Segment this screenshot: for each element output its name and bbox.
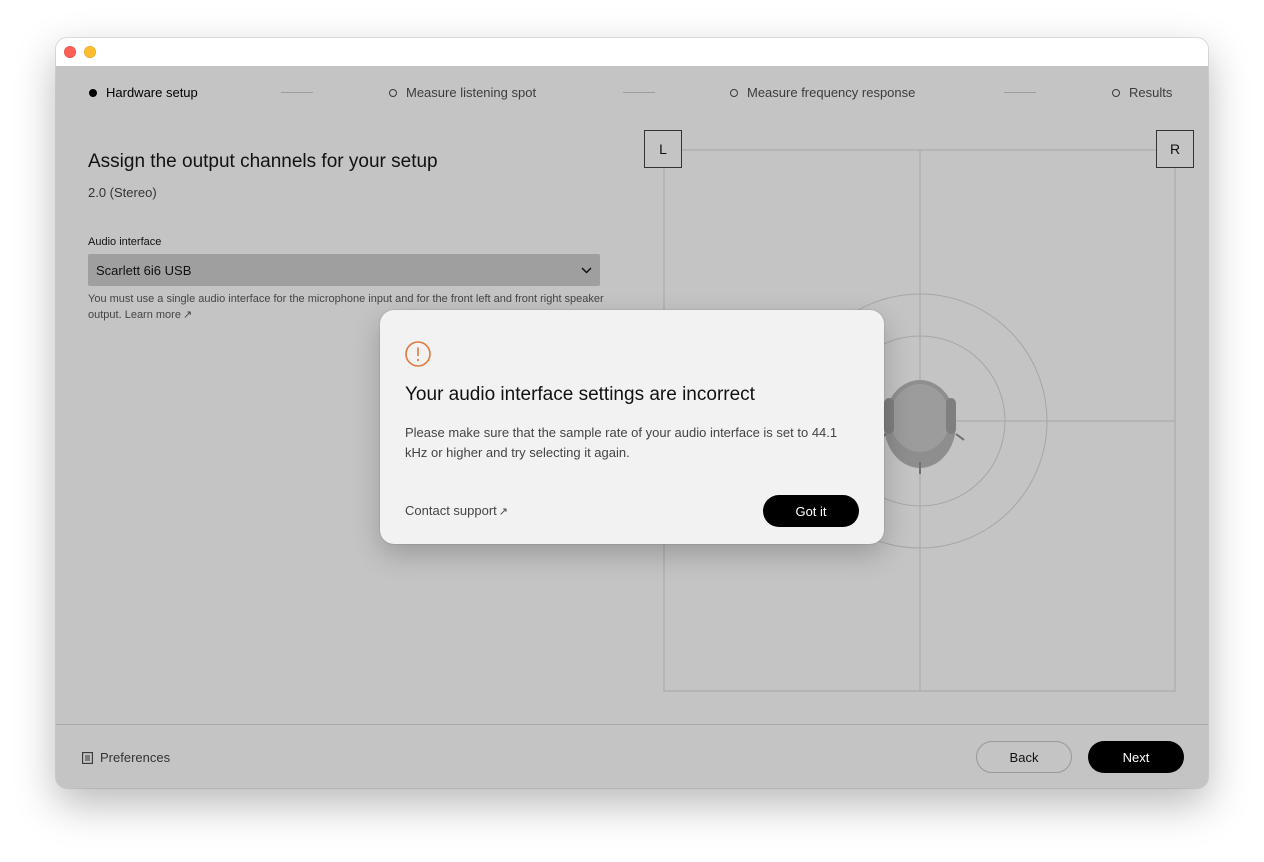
step-measure-frequency-response: Measure frequency response bbox=[730, 85, 915, 100]
step-connector bbox=[623, 92, 655, 93]
step-connector bbox=[281, 92, 313, 93]
close-window-button[interactable] bbox=[64, 46, 76, 58]
progress-stepper: Hardware setup Measure listening spot Me… bbox=[56, 66, 1208, 120]
contact-support-link[interactable]: Contact support ↗ bbox=[405, 503, 508, 518]
error-dialog: Your audio interface settings are incorr… bbox=[380, 310, 884, 544]
dialog-message: Please make sure that the sample rate of… bbox=[405, 425, 838, 460]
step-dot-icon bbox=[730, 88, 738, 97]
contact-support-label: Contact support bbox=[405, 503, 497, 518]
next-button[interactable]: Next bbox=[1088, 741, 1184, 773]
step-label: Measure frequency response bbox=[747, 85, 916, 100]
audio-interface-value: Scarlett 6i6 USB bbox=[96, 262, 192, 278]
dialog-title: Your audio interface settings are incorr… bbox=[405, 384, 755, 405]
document-icon bbox=[82, 751, 93, 764]
chevron-down-icon bbox=[581, 266, 592, 274]
step-dot-icon bbox=[389, 88, 397, 97]
step-label: Measure listening spot bbox=[406, 85, 537, 100]
back-button[interactable]: Back bbox=[976, 741, 1072, 773]
preferences-label: Preferences bbox=[100, 750, 171, 765]
audio-interface-select[interactable]: Scarlett 6i6 USB bbox=[88, 254, 600, 286]
chair-icon bbox=[877, 380, 965, 474]
minimize-window-button[interactable] bbox=[84, 46, 96, 58]
page-title: Assign the output channels for your setu… bbox=[88, 151, 438, 172]
preferences-button[interactable]: Preferences bbox=[82, 750, 170, 765]
footer-divider bbox=[56, 724, 1208, 725]
warning-circle-icon bbox=[405, 341, 431, 367]
audio-interface-label: Audio interface bbox=[88, 236, 162, 248]
external-link-icon: ↗ bbox=[498, 506, 508, 518]
step-dot-icon bbox=[89, 88, 97, 97]
step-measure-listening-spot: Measure listening spot bbox=[389, 85, 536, 100]
step-results: Results bbox=[1112, 85, 1172, 100]
step-dot-icon bbox=[1112, 88, 1120, 97]
left-speaker-marker: L bbox=[644, 130, 682, 168]
got-it-button[interactable]: Got it bbox=[763, 495, 859, 527]
step-label: Results bbox=[1129, 85, 1173, 100]
step-label: Hardware setup bbox=[106, 85, 198, 100]
learn-more-link[interactable]: Learn more ↗ bbox=[125, 309, 192, 321]
setup-type: 2.0 (Stereo) bbox=[88, 185, 157, 200]
step-connector bbox=[1004, 92, 1036, 93]
learn-more-label: Learn more bbox=[124, 309, 181, 321]
right-speaker-marker: R bbox=[1156, 130, 1194, 168]
external-link-icon: ↗ bbox=[182, 309, 193, 321]
step-hardware-setup: Hardware setup bbox=[89, 85, 198, 100]
title-bar bbox=[56, 38, 1208, 66]
